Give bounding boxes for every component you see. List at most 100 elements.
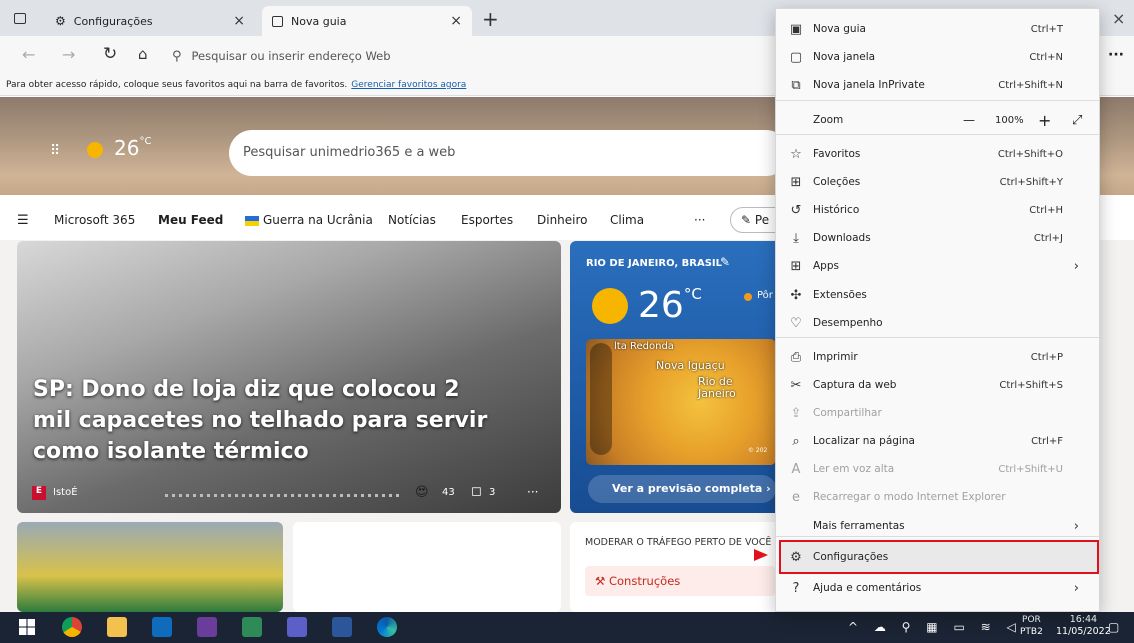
menu-hamburger-icon[interactable]: ☰: [17, 213, 29, 228]
tab-new-tab[interactable]: Nova guia ×: [262, 6, 472, 36]
menu-item-new-tab[interactable]: ▣ Nova guia Ctrl+T: [776, 16, 1099, 42]
history-icon: ↺: [790, 202, 802, 218]
news-card-main[interactable]: SP: Dono de loja diz que colocou 2 mil c…: [17, 241, 561, 513]
reaction-emoji-icon[interactable]: 😍: [415, 485, 429, 500]
edge-icon[interactable]: [377, 617, 397, 637]
menu-item-extensions[interactable]: ✣ Extensões: [776, 282, 1099, 308]
menu-item-ie-mode[interactable]: e Recarregar o modo Internet Explorer: [776, 484, 1099, 510]
favorites-icon: ☆: [790, 146, 802, 162]
menu-item-label: Nova janela: [813, 51, 876, 63]
hero-temp-unit: °C: [139, 136, 152, 147]
teams-icon[interactable]: [287, 617, 307, 637]
menu-item-help[interactable]: ? Ajuda e comentários ›: [776, 575, 1099, 601]
language-indicator[interactable]: POR PTB2: [1020, 614, 1043, 638]
menu-item-collections[interactable]: ⊞ Coleções Ctrl+Shift+Y: [776, 169, 1099, 195]
new-tab-button[interactable]: +: [482, 7, 499, 31]
fullscreen-icon[interactable]: ⤢: [1072, 113, 1082, 128]
comment-icon[interactable]: ◻: [471, 484, 482, 499]
news-card-skirts[interactable]: [293, 522, 561, 612]
forward-icon[interactable]: →: [62, 45, 75, 64]
nav-guerra-ucrania[interactable]: Guerra na Ucrânia: [263, 213, 373, 227]
nav-more[interactable]: ···: [694, 213, 705, 227]
nav-noticias[interactable]: Notícias: [388, 213, 436, 227]
personalize-label: Pe: [754, 213, 770, 227]
full-forecast-button[interactable]: Ver a previsão completa ›: [588, 475, 776, 503]
menu-item-label: Downloads: [813, 232, 871, 244]
card-more-icon[interactable]: ···: [527, 485, 538, 499]
menu-item-label: Captura da web: [813, 379, 897, 391]
menu-item-inprivate[interactable]: ⧉ Nova janela InPrivate Ctrl+Shift+N: [776, 72, 1099, 98]
edit-location-icon[interactable]: ✎: [720, 255, 730, 269]
map-controls: [590, 343, 612, 455]
clock[interactable]: 16:44 11/05/2022: [1056, 614, 1111, 638]
menu-item-settings[interactable]: ⚙ Configurações: [776, 544, 1099, 570]
menu-separator: [776, 100, 1099, 101]
window-close-icon[interactable]: ×: [1112, 9, 1125, 28]
nav-microsoft-365[interactable]: Microsoft 365: [54, 213, 135, 227]
news-card-soccer[interactable]: [17, 522, 283, 612]
news-headline[interactable]: SP: Dono de loja diz que colocou 2 mil c…: [33, 374, 503, 467]
map-footer: © 202: [748, 447, 768, 454]
zoom-out-button[interactable]: —: [963, 113, 975, 127]
web-capture-icon: ✂: [790, 377, 802, 393]
menu-separator: [776, 134, 1099, 135]
traffic-card[interactable]: MODERAR O TRÁFEGO PERTO DE VOCÊ ⚒ Constr…: [570, 522, 785, 612]
menu-item-downloads[interactable]: ⤓ Downloads Ctrl+J: [776, 225, 1099, 251]
system-tray-icons[interactable]: ^ ☁ ⚲ ▦ ▭ ≋ ◁: [848, 620, 1022, 634]
outlook-icon[interactable]: [152, 617, 172, 637]
hero-weather[interactable]: 26°C: [114, 136, 151, 160]
weather-sun-icon: [87, 142, 103, 158]
web-search-input[interactable]: Pesquisar unimedrio365 e a web: [229, 130, 789, 176]
menu-separator: [776, 536, 1099, 537]
menu-item-share[interactable]: ⇪ Compartilhar: [776, 400, 1099, 426]
home-icon[interactable]: ⌂: [138, 45, 148, 63]
pencil-icon: ✎: [741, 213, 752, 227]
search-icon: ⚲: [172, 48, 182, 64]
manage-favorites-link[interactable]: Gerenciar favoritos agora: [351, 80, 466, 90]
nav-meu-feed[interactable]: Meu Feed: [158, 213, 223, 227]
word-icon[interactable]: [332, 617, 352, 637]
more-options-icon[interactable]: ···: [1108, 47, 1124, 63]
close-tab-icon[interactable]: ×: [450, 13, 462, 29]
menu-item-shortcut: Ctrl+F: [1031, 435, 1063, 447]
menu-item-shortcut: Ctrl+H: [1029, 204, 1063, 216]
print-icon: ⎙: [790, 349, 802, 365]
menu-item-web-capture[interactable]: ✂ Captura da web Ctrl+Shift+S: [776, 372, 1099, 398]
carousel-dots[interactable]: [165, 494, 401, 497]
back-icon[interactable]: ←: [22, 45, 35, 64]
tab-actions-icon[interactable]: [14, 13, 26, 24]
menu-item-new-window[interactable]: ▢ Nova janela Ctrl+N: [776, 44, 1099, 70]
downloads-icon: ⤓: [793, 230, 799, 246]
sway-icon[interactable]: [242, 617, 262, 637]
weather-map[interactable]: lta Redonda Nova Iguaçu Rio de Janeiro ©…: [586, 339, 776, 465]
settings-icon: ⚙: [790, 549, 802, 565]
nav-clima[interactable]: Clima: [610, 213, 644, 227]
gear-icon: ⚙: [55, 14, 66, 28]
weather-temp-value: 26: [638, 285, 684, 326]
menu-item-label: Configurações: [813, 551, 889, 563]
traffic-item[interactable]: ⚒ Construções: [585, 566, 775, 596]
nav-esportes[interactable]: Esportes: [461, 213, 513, 227]
address-bar[interactable]: ⚲ Pesquisar ou inserir endereço Web: [172, 43, 792, 69]
language-code: POR: [1022, 615, 1041, 625]
menu-item-favorites[interactable]: ☆ Favoritos Ctrl+Shift+O: [776, 141, 1099, 167]
photos-icon[interactable]: [197, 617, 217, 637]
refresh-icon[interactable]: ↻: [103, 44, 117, 64]
apps-grid-icon[interactable]: ⠿: [50, 143, 60, 159]
menu-item-print[interactable]: ⎙ Imprimir Ctrl+P: [776, 344, 1099, 370]
close-tab-icon[interactable]: ×: [233, 13, 245, 29]
menu-item-label: Compartilhar: [813, 407, 882, 419]
menu-item-label: Histórico: [813, 204, 860, 216]
menu-item-apps[interactable]: ⊞ Apps ›: [776, 253, 1099, 279]
menu-item-history[interactable]: ↺ Histórico Ctrl+H: [776, 197, 1099, 223]
weather-card[interactable]: RIO DE JANEIRO, BRASIL ✎ 26°C Pôr lta Re…: [570, 241, 785, 513]
notifications-icon[interactable]: ▢: [1108, 620, 1119, 634]
menu-item-read-aloud[interactable]: A Ler em voz alta Ctrl+Shift+U: [776, 456, 1099, 482]
chrome-icon[interactable]: [62, 617, 82, 637]
menu-item-performance[interactable]: ♡ Desempenho: [776, 310, 1099, 336]
tab-settings[interactable]: ⚙ Configurações ×: [45, 6, 255, 36]
nav-dinheiro[interactable]: Dinheiro: [537, 213, 588, 227]
file-explorer-icon[interactable]: [107, 617, 127, 637]
zoom-in-button[interactable]: +: [1038, 111, 1051, 130]
menu-item-find[interactable]: ⌕ Localizar na página Ctrl+F: [776, 428, 1099, 454]
